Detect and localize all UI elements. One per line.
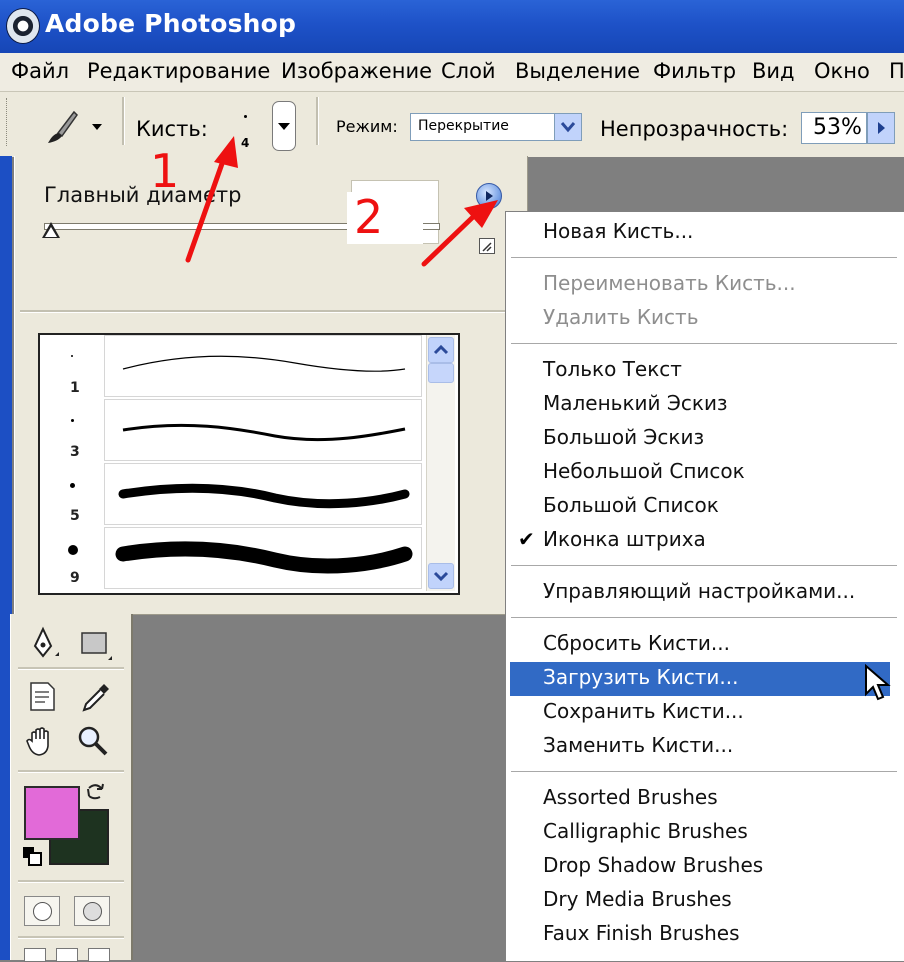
brush-size-label: 1 — [70, 380, 80, 396]
menu-item[interactable]: Загрузить Кисти... — [543, 665, 738, 689]
menu-image[interactable]: Изображение — [281, 59, 432, 83]
menu-layer[interactable]: Слой — [441, 59, 496, 83]
brush-tip-icon — [70, 483, 75, 488]
scroll-up-button[interactable] — [428, 337, 454, 363]
menu-separator — [511, 565, 897, 566]
menu-item[interactable]: Небольшой Список — [543, 459, 745, 483]
annotation-marker-2: 2 — [354, 190, 384, 244]
toolbox-separator — [18, 667, 124, 670]
menu-item[interactable]: Только Текст — [543, 357, 682, 381]
brush-row[interactable] — [104, 463, 422, 525]
menu-window[interactable]: Окно — [814, 59, 870, 83]
circle-icon — [83, 902, 102, 921]
circle-icon — [33, 902, 52, 921]
menu-filter[interactable]: Фильтр — [653, 59, 736, 83]
red-arrow-1-icon — [185, 136, 238, 263]
brush-preview-dot-icon[interactable] — [244, 115, 247, 118]
brush-row[interactable] — [104, 335, 422, 397]
swap-colors-icon[interactable] — [84, 780, 108, 804]
brush-size-label: 3 — [70, 444, 80, 460]
menu-item[interactable]: Управляющий настройками... — [543, 579, 855, 603]
menu-separator — [511, 257, 897, 258]
toolbox-separator — [18, 770, 124, 773]
menu-item[interactable]: Большой Список — [543, 493, 719, 517]
menu-item[interactable]: Иконка штриха — [543, 527, 706, 551]
mouse-cursor-icon — [865, 664, 891, 701]
brush-tool-icon[interactable] — [44, 109, 84, 145]
scroll-down-button[interactable] — [428, 563, 454, 589]
foreground-color-swatch[interactable] — [24, 786, 80, 840]
brush-size-label: 9 — [70, 570, 80, 586]
toolbox-separator — [18, 880, 124, 883]
toolbox-separator — [18, 936, 124, 939]
menu-item[interactable]: Сохранить Кисти... — [543, 699, 744, 723]
brush-list: 1 3 5 9 — [38, 333, 460, 595]
menu-item[interactable]: Dry Media Brushes — [543, 887, 732, 911]
tool-preset-arrow-icon[interactable] — [92, 124, 102, 130]
menu-help-partial[interactable]: П — [889, 59, 904, 83]
options-separator — [122, 97, 125, 145]
panel-divider — [20, 310, 520, 313]
brush-row[interactable] — [104, 399, 422, 461]
hand-tool-icon[interactable] — [24, 724, 58, 758]
photoshop-eye-icon — [6, 8, 40, 44]
brush-tip-icon — [71, 419, 74, 422]
checkmark-icon: ✔ — [518, 527, 535, 551]
menu-item[interactable]: Удалить Кисть — [543, 305, 698, 329]
menu-item[interactable]: Drop Shadow Brushes — [543, 853, 763, 877]
eyedropper-tool-icon[interactable] — [78, 680, 112, 714]
menu-item[interactable]: Новая Кисть... — [543, 219, 693, 243]
menu-item[interactable]: Большой Эскиз — [543, 425, 704, 449]
menu-item[interactable]: Маленький Эскиз — [543, 391, 728, 415]
opacity-value: 53% — [813, 115, 862, 140]
menu-separator — [511, 771, 897, 772]
menu-item[interactable]: Заменить Кисти... — [543, 733, 733, 757]
brush-list-scrollbar[interactable] — [426, 335, 455, 591]
mode-label: Режим: — [336, 117, 398, 136]
brush-row[interactable] — [104, 527, 422, 589]
menu-separator — [511, 617, 897, 618]
annotation-marker-1: 1 — [150, 144, 180, 198]
menu-item[interactable]: Calligraphic Brushes — [543, 819, 748, 843]
standard-mode-button[interactable] — [24, 896, 60, 926]
blend-mode-select[interactable]: Перекрытие — [410, 113, 582, 141]
menu-item[interactable]: Assorted Brushes — [543, 785, 718, 809]
opacity-label: Непрозрачность: — [600, 117, 789, 141]
brush-tip-icon — [68, 545, 78, 555]
blend-mode-value: Перекрытие — [418, 118, 509, 134]
brush-tip-icon — [71, 355, 73, 357]
default-colors-icon[interactable] — [22, 846, 44, 868]
red-arrow-2-icon — [421, 200, 498, 267]
notes-tool-icon[interactable] — [26, 680, 60, 714]
quick-mask-button[interactable] — [74, 896, 110, 926]
menu-separator — [511, 343, 897, 344]
menu-file[interactable]: Файл — [11, 59, 69, 83]
opacity-input[interactable]: 53% — [801, 112, 867, 144]
slider-thumb-inner — [45, 227, 57, 237]
menu-item[interactable]: Сбросить Кисти... — [543, 631, 730, 655]
scroll-thumb[interactable] — [428, 363, 454, 383]
rectangle-tool-icon[interactable] — [78, 628, 112, 662]
menu-item[interactable]: Переименовать Кисть... — [543, 271, 796, 295]
menu-item[interactable]: Faux Finish Brushes — [543, 921, 740, 945]
brush-preset-picker-button[interactable] — [272, 101, 296, 151]
window-title: Adobe Photoshop — [45, 9, 297, 38]
chevron-down-icon[interactable] — [554, 114, 581, 140]
menu-edit[interactable]: Редактирование — [87, 59, 270, 83]
zoom-tool-icon[interactable] — [76, 724, 110, 758]
options-grip[interactable] — [6, 98, 10, 146]
opacity-slider-arrow-icon[interactable] — [867, 112, 895, 144]
options-separator — [316, 97, 319, 145]
menu-select[interactable]: Выделение — [515, 59, 640, 83]
pen-tool-icon[interactable] — [26, 626, 60, 660]
menu-view[interactable]: Вид — [752, 59, 795, 83]
brush-size-label: 5 — [70, 508, 80, 524]
